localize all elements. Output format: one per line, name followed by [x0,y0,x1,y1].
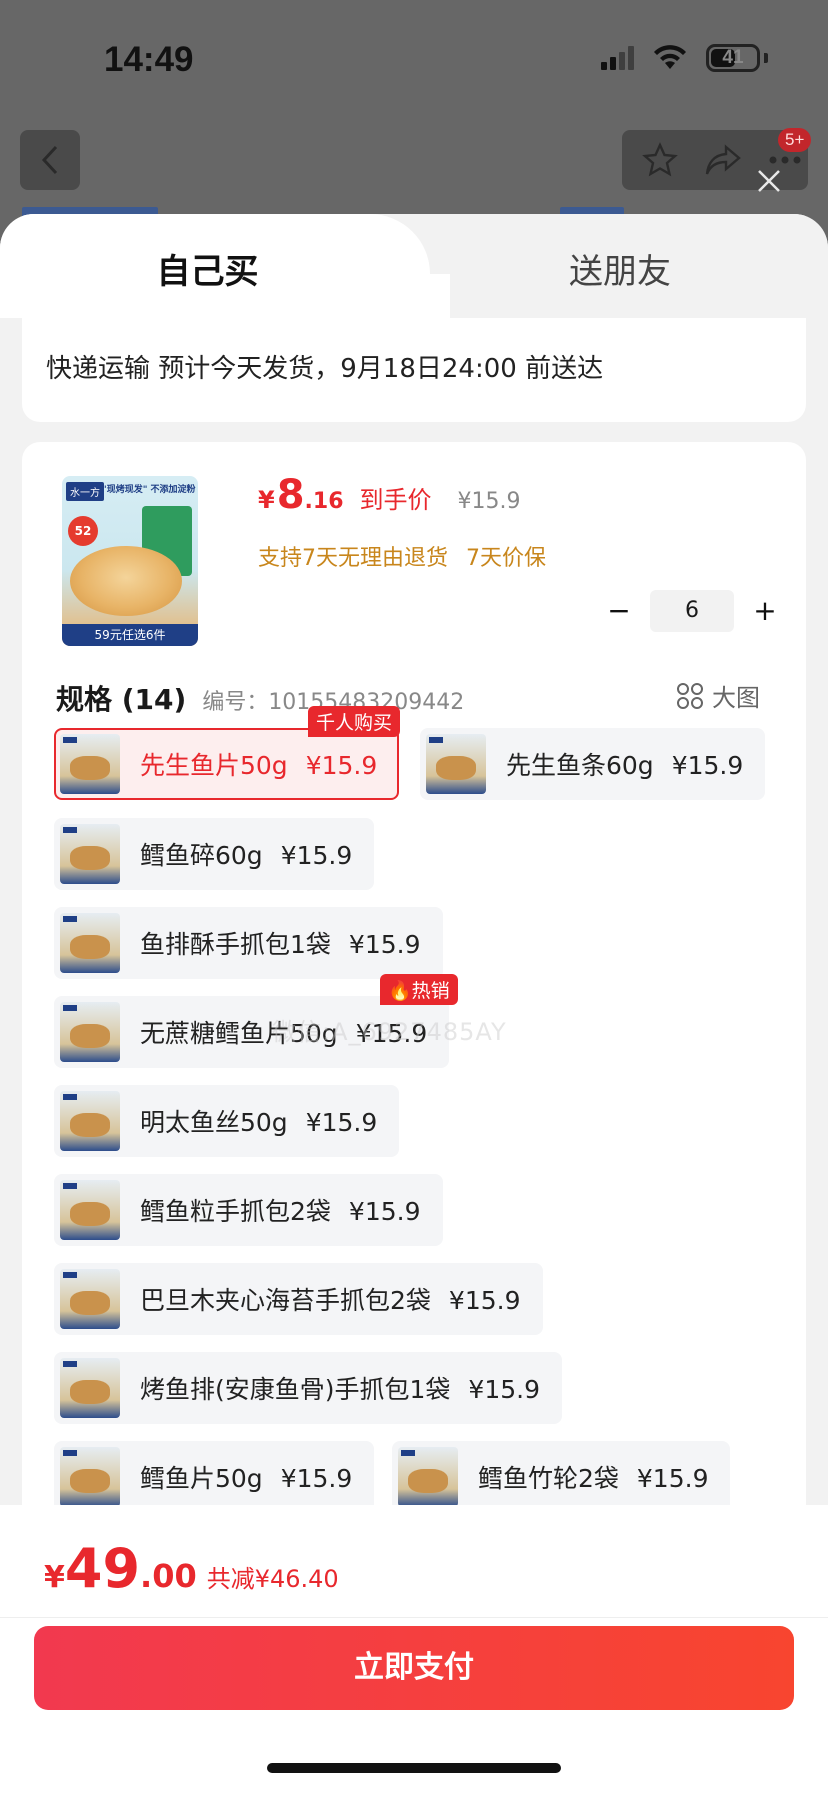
option-thumb [60,824,120,884]
option-label: 先生鱼片50g ¥15.9 [140,751,378,780]
spec-option[interactable]: 鳕鱼粒手抓包2袋 ¥15.9 [54,1174,443,1246]
original-price: ¥15.9 [457,489,521,514]
hot-sale-tag: 🔥热销 [380,974,458,1005]
grid-icon [677,682,703,709]
status-icons: 41 [601,44,768,72]
price-symbol: ¥ [258,486,275,514]
option-thumb [60,734,120,794]
option-thumb [60,1002,120,1062]
thumb-promo-bar: 59元任选6件 [62,624,198,646]
thumb-tagline: "现烤现发" 不添加淀粉 [102,485,196,495]
total-symbol: ¥ [44,1560,65,1595]
option-label: 鳕鱼竹轮2袋 ¥15.9 [478,1464,709,1493]
more-icon[interactable] [768,155,802,165]
big-view-label: 大图 [712,684,760,712]
quantity-stepper: − 6 + [602,590,782,632]
spec-option[interactable]: 鳕鱼片50g ¥15.9 [54,1441,375,1513]
tab-buy-self-label: 自己买 [156,252,259,292]
tab-buy-self[interactable]: 自己买 [0,214,430,318]
spec-option[interactable]: 烤鱼排(安康鱼骨)手抓包1袋 ¥15.9 [54,1352,562,1424]
cellular-signal-icon [601,46,634,70]
spec-option[interactable]: 巴旦木夹心海苔手抓包2袋 ¥15.9 [54,1263,543,1335]
back-button[interactable] [20,130,80,190]
option-thumb [398,1447,458,1507]
total-integer: 49 [64,1537,141,1600]
battery-icon: 41 [706,44,760,72]
product-image[interactable]: 水一方 "现烤现发" 不添加淀粉 52 59元任选6件 [62,476,198,646]
price-integer: 8 [276,472,305,518]
home-indicator [267,1763,561,1773]
close-icon[interactable] [754,166,784,196]
background-page [0,0,828,240]
option-label: 巴旦木夹心海苔手抓包2袋 ¥15.9 [140,1286,521,1315]
spec-option[interactable]: 先生鱼条60g ¥15.9 [420,728,766,800]
thumb-badge: 52 [68,516,98,546]
spec-option[interactable]: 鳕鱼竹轮2袋 ¥15.9 [392,1441,731,1513]
tab-bar: 送朋友 自己买 [0,214,828,318]
notification-badge: 5+ [778,128,812,152]
spec-option[interactable]: 鳕鱼碎60g ¥15.9 [54,818,375,890]
increase-button[interactable]: + [748,594,782,628]
option-label: 明太鱼丝50g ¥15.9 [140,1108,378,1137]
thumb-brand: 水一方 [66,482,104,501]
total-price: ¥ 49 .00 共减¥46.40 [44,1537,339,1600]
total-saving: 共减¥46.40 [206,1565,339,1593]
option-label: 先生鱼条60g ¥15.9 [506,751,744,780]
battery-cap [764,53,768,63]
checkout-bar: ¥ 49 .00 共减¥46.40 立即支付 [0,1505,828,1796]
price-label: 到手价 [359,486,432,514]
total-decimal: .00 [140,1557,197,1595]
option-thumb [60,1091,120,1151]
option-thumb [60,1269,120,1329]
decrease-button[interactable]: − [602,594,636,628]
big-view-toggle[interactable]: 大图 [676,678,760,713]
spec-option[interactable]: 鱼排酥手抓包1袋 ¥15.9 [54,907,443,979]
spec-title: 规格 (14) [56,683,187,716]
spec-header: 规格 (14) 编号：10155483209442 [56,678,464,718]
option-label: 烤鱼排(安康鱼骨)手抓包1袋 ¥15.9 [140,1375,540,1404]
price-protection: 7天价保 [466,546,546,571]
option-thumb [60,1447,120,1507]
option-label: 鳕鱼碎60g ¥15.9 [140,841,353,870]
share-icon[interactable] [704,143,742,177]
service-guarantees: 支持7天无理由退货 7天价保 [258,540,546,572]
pay-now-button[interactable]: 立即支付 [34,1626,794,1710]
option-label: 鱼排酥手抓包1袋 ¥15.9 [140,930,421,959]
divider [0,1617,828,1618]
quantity-input[interactable]: 6 [650,590,734,632]
chevron-left-icon [41,145,58,175]
spec-option[interactable]: 明太鱼丝50g ¥15.9 [54,1085,400,1157]
fire-icon: 🔥 [388,980,412,1002]
battery-level: 41 [722,47,744,68]
option-label: 鳕鱼粒手抓包2袋 ¥15.9 [140,1197,421,1226]
option-thumb [426,734,486,794]
price-line: ¥ 8 .16 到手价 ¥15.9 [258,472,521,518]
option-thumb [60,1180,120,1240]
spec-option[interactable]: 先生鱼片50g ¥15.9 [54,728,400,800]
option-label: 鳕鱼片50g ¥15.9 [140,1464,353,1493]
thumb-fish-chips [70,546,182,616]
wifi-icon [654,45,686,69]
status-time: 14:49 [104,40,194,79]
tab-gift-friend[interactable]: 送朋友 [430,214,828,318]
option-thumb [60,1358,120,1418]
watermark: 微信:A_6927485AY [272,1018,507,1046]
shipping-info: 快递运输 预计今天发货，9月18日24:00 前送达 [22,318,806,422]
price-decimal: .16 [304,489,344,514]
popular-tag: 千人购买 [308,706,401,737]
tab-gift-friend-label: 送朋友 [569,252,671,292]
option-thumb [60,913,120,973]
star-icon[interactable] [642,142,678,178]
return-policy: 支持7天无理由退货 [258,546,448,571]
shipping-text: 快递运输 预计今天发货，9月18日24:00 前送达 [46,354,604,384]
